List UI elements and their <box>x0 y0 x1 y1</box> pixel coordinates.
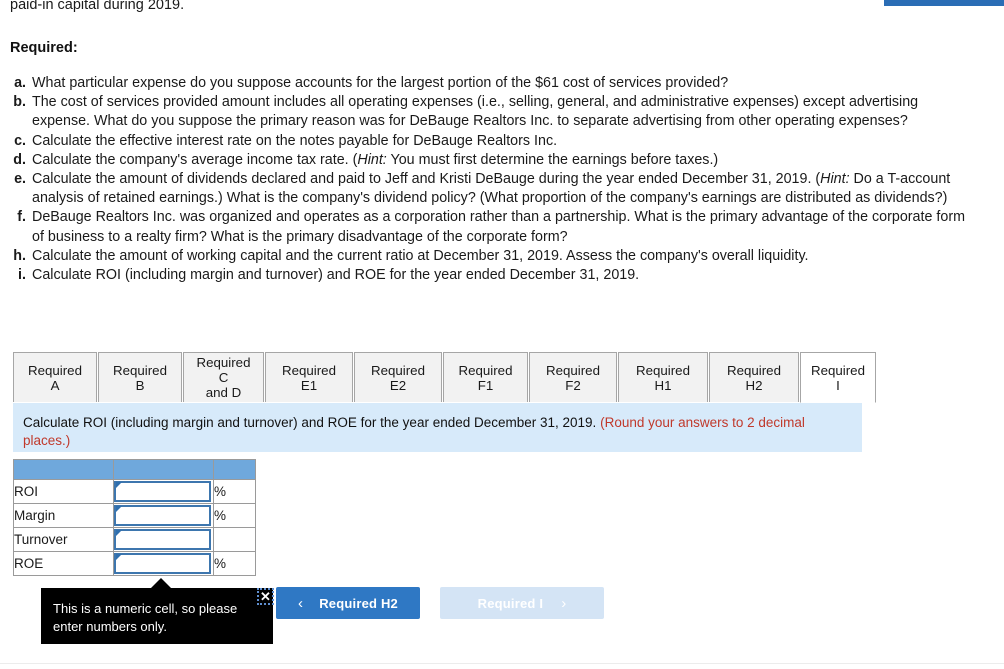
requirement-item-a: a. What particular expense do you suppos… <box>10 74 970 93</box>
requirement-tab-strip: Required A Required B Required C and D R… <box>13 352 877 403</box>
next-requirement-label: Required I <box>477 595 544 611</box>
requirement-text: Calculate the amount of working capital … <box>32 247 809 264</box>
table-header-cell-label <box>13 459 114 480</box>
tab-label: Required E2 <box>371 362 425 393</box>
required-heading: Required: <box>10 40 78 56</box>
numeric-cell-tooltip: This is a numeric cell, so please enter … <box>41 588 273 644</box>
table-row-turnover: Turnover <box>13 527 256 552</box>
table-row-margin: Margin % <box>13 503 256 528</box>
requirement-text: The cost of services provided amount inc… <box>32 94 919 130</box>
requirement-letter: h. <box>13 247 26 264</box>
tab-required-e1[interactable]: Required E1 <box>265 352 353 403</box>
tab-required-e2[interactable]: Required E2 <box>354 352 442 403</box>
tab-required-a[interactable]: Required A <box>13 352 97 403</box>
requirement-item-f: f. DeBauge Realtors Inc. was organized a… <box>10 208 970 246</box>
tab-required-h1[interactable]: Required H1 <box>618 352 708 403</box>
roi-input[interactable] <box>114 481 211 502</box>
requirement-item-d: d. Calculate the company's average incom… <box>10 151 970 170</box>
requirement-text-pre: Calculate the amount of dividends declar… <box>32 171 821 188</box>
margin-input[interactable] <box>114 505 211 526</box>
table-header-cell-value <box>113 459 214 480</box>
requirement-item-i: i. Calculate ROI (including margin and t… <box>10 266 970 285</box>
requirement-text: Calculate the effective interest rate on… <box>32 132 558 149</box>
tab-required-c-and-d[interactable]: Required C and D <box>183 352 264 403</box>
tab-label: Required A <box>28 362 82 393</box>
row-input-cell-roi[interactable] <box>113 479 214 504</box>
requirement-letter: f. <box>17 209 26 226</box>
requirement-text: Calculate the company's average income t… <box>32 151 970 170</box>
tooltip-message: This is a numeric cell, so please enter … <box>53 601 238 634</box>
table-row-roi: ROI % <box>13 479 256 504</box>
table-header-cell-unit <box>213 459 256 480</box>
chevron-left-icon: ‹ <box>298 594 304 612</box>
row-label-roe: ROE <box>13 551 114 576</box>
requirement-letter: b. <box>13 94 26 111</box>
top-blue-bar <box>884 0 1004 6</box>
tab-label: Required C and D <box>196 355 251 400</box>
tab-label: Required B <box>113 362 167 393</box>
tab-label: Required H2 <box>727 362 781 393</box>
next-requirement-button[interactable]: Required I › <box>440 587 604 619</box>
requirement-letter: c. <box>14 132 26 149</box>
requirement-text-pre: Calculate the company's average income t… <box>32 151 358 168</box>
row-label-margin: Margin <box>13 503 114 528</box>
tab-label: Required H1 <box>636 362 690 393</box>
requirement-item-b: b. The cost of services provided amount … <box>10 93 970 131</box>
requirement-text: Calculate ROI (including margin and turn… <box>32 267 640 284</box>
table-row-roe: ROE % <box>13 551 256 576</box>
tab-required-h2[interactable]: Required H2 <box>709 352 799 403</box>
instruction-text: Calculate ROI (including margin and turn… <box>23 415 597 430</box>
row-unit-margin: % <box>213 503 256 528</box>
tab-label: Required I <box>811 362 865 393</box>
tab-label: Required F1 <box>458 362 513 393</box>
clipped-paragraph-top: paid-in capital during 2019. <box>10 0 184 18</box>
row-input-cell-roe[interactable] <box>113 551 214 576</box>
row-label-turnover: Turnover <box>13 527 114 552</box>
requirement-hint-label: Hint: <box>820 171 850 188</box>
requirement-hint-label: Hint: <box>357 151 387 168</box>
row-input-cell-margin[interactable] <box>113 503 214 528</box>
row-label-roi: ROI <box>13 479 114 504</box>
requirement-letter: e. <box>14 171 26 188</box>
requirement-text: What particular expense do you suppose a… <box>32 75 729 91</box>
table-header-row <box>13 459 256 480</box>
close-icon[interactable]: ✕ <box>257 588 274 605</box>
clipped-paragraph-text: paid-in capital during 2019. <box>10 0 185 13</box>
tab-required-f1[interactable]: Required F1 <box>443 352 528 403</box>
tab-label: Required E1 <box>282 362 336 393</box>
row-unit-roi: % <box>213 479 256 504</box>
tab-required-f2[interactable]: Required F2 <box>529 352 617 403</box>
bottom-divider <box>0 663 1004 664</box>
roi-answer-table: ROI % Margin % Turnover ROE % <box>13 459 256 576</box>
requirement-letter: i. <box>18 267 26 284</box>
tab-required-b[interactable]: Required B <box>98 352 182 403</box>
row-unit-roe: % <box>213 551 256 576</box>
tab-required-i[interactable]: Required I <box>800 352 876 403</box>
requirement-text-post: You must first determine the earnings be… <box>386 151 719 168</box>
requirement-letter: a. <box>14 75 26 91</box>
requirement-text: DeBauge Realtors Inc. was organized and … <box>32 209 965 245</box>
turnover-input[interactable] <box>114 529 211 550</box>
requirement-letter: d. <box>13 151 26 168</box>
requirement-text: Calculate the amount of dividends declar… <box>32 170 970 208</box>
chevron-right-icon: › <box>561 594 567 612</box>
requirement-item-h: h. Calculate the amount of working capit… <box>10 247 970 266</box>
tab-label: Required F2 <box>546 362 600 393</box>
row-input-cell-turnover[interactable] <box>113 527 214 552</box>
row-unit-turnover <box>213 527 256 552</box>
instruction-panel: Calculate ROI (including margin and turn… <box>13 402 862 452</box>
roe-input[interactable] <box>114 553 211 574</box>
requirement-item-e: e. Calculate the amount of dividends dec… <box>10 170 970 208</box>
previous-requirement-label: Required H2 <box>319 595 398 611</box>
previous-requirement-button[interactable]: ‹ Required H2 <box>276 587 420 619</box>
requirements-list: a. What particular expense do you suppos… <box>10 74 970 285</box>
requirement-item-c: c. Calculate the effective interest rate… <box>10 132 970 151</box>
